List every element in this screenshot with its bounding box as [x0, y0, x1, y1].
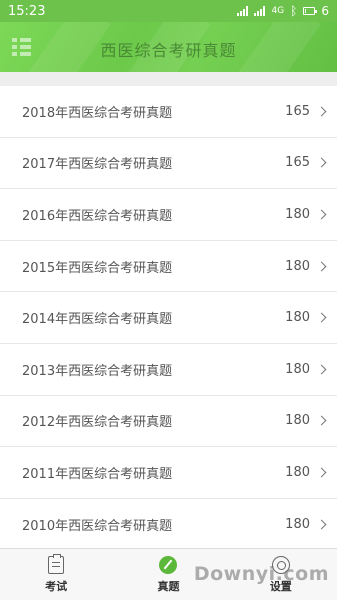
list-item[interactable]: 2017年西医综合考研真题 165 — [0, 137, 337, 190]
tab-label: 考试 — [45, 579, 68, 593]
battery-icon — [303, 7, 318, 15]
status-icons: 4G ᛒ 6 — [237, 4, 329, 18]
tab-label: 真题 — [157, 579, 180, 593]
signal-icon-2 — [254, 6, 266, 16]
list-item[interactable]: 2012年西医综合考研真题 180 — [0, 395, 337, 448]
tab-exam[interactable]: 考试 — [0, 549, 112, 600]
item-label: 2013年西医综合考研真题 — [22, 363, 173, 379]
list-item[interactable]: 2016年西医综合考研真题 180 — [0, 189, 337, 241]
item-count: 180 — [285, 206, 310, 222]
chevron-right-icon — [316, 157, 327, 168]
list-item[interactable]: 2011年西医综合考研真题 180 — [0, 447, 337, 499]
item-count: 165 — [285, 103, 310, 119]
list-item[interactable]: 2010年西医综合考研真题 180 — [0, 498, 337, 551]
item-count: 165 — [285, 155, 310, 171]
list-item[interactable]: 2015年西医综合考研真题 180 — [0, 240, 337, 293]
chevron-right-icon — [316, 519, 327, 529]
divider — [0, 72, 337, 86]
list-item[interactable]: 2014年西医综合考研真题 180 — [0, 292, 337, 344]
item-count: 180 — [285, 258, 310, 274]
status-time: 15:23 — [8, 3, 46, 19]
item-label: 2017年西医综合考研真题 — [22, 157, 173, 173]
item-label: 2012年西医综合考研真题 — [22, 415, 173, 431]
signal-icon — [237, 6, 249, 16]
network-type: 4G — [271, 5, 285, 16]
chevron-right-icon — [316, 312, 327, 323]
item-label: 2018年西医综合考研真题 — [22, 105, 173, 121]
exam-list: 2018年西医综合考研真题 165 2017年西医综合考研真题 165 2016… — [0, 86, 337, 551]
status-bar: 15:23 4G ᛒ 6 — [0, 0, 337, 22]
item-count: 180 — [285, 464, 310, 480]
item-count: 180 — [285, 361, 310, 377]
watermark: Downyi.com — [193, 563, 329, 585]
pencil-icon — [159, 555, 178, 574]
app-header: 西医综合考研真题 — [0, 22, 337, 72]
chevron-right-icon — [316, 209, 327, 220]
item-label: 2010年西医综合考研真题 — [22, 518, 173, 534]
list-item[interactable]: 2018年西医综合考研真题 165 — [0, 86, 337, 138]
item-label: 2016年西医综合考研真题 — [22, 208, 173, 224]
chevron-right-icon — [316, 261, 327, 272]
clipboard-icon — [48, 553, 65, 574]
chevron-right-icon — [316, 106, 327, 117]
item-label: 2015年西医综合考研真题 — [22, 260, 173, 276]
item-count: 180 — [285, 310, 310, 326]
item-label: 2011年西医综合考研真题 — [22, 466, 173, 482]
bluetooth-icon: ᛒ — [290, 4, 298, 18]
item-label: 2014年西医综合考研真题 — [22, 312, 173, 328]
chevron-right-icon — [316, 467, 327, 478]
list-item[interactable]: 2013年西医综合考研真题 180 — [0, 343, 337, 396]
page-title: 西医综合考研真题 — [100, 41, 237, 60]
chevron-right-icon — [316, 415, 327, 426]
chevron-right-icon — [316, 364, 327, 375]
battery-percent: 6 — [321, 4, 329, 18]
item-count: 180 — [285, 413, 310, 429]
item-count: 180 — [285, 516, 310, 532]
